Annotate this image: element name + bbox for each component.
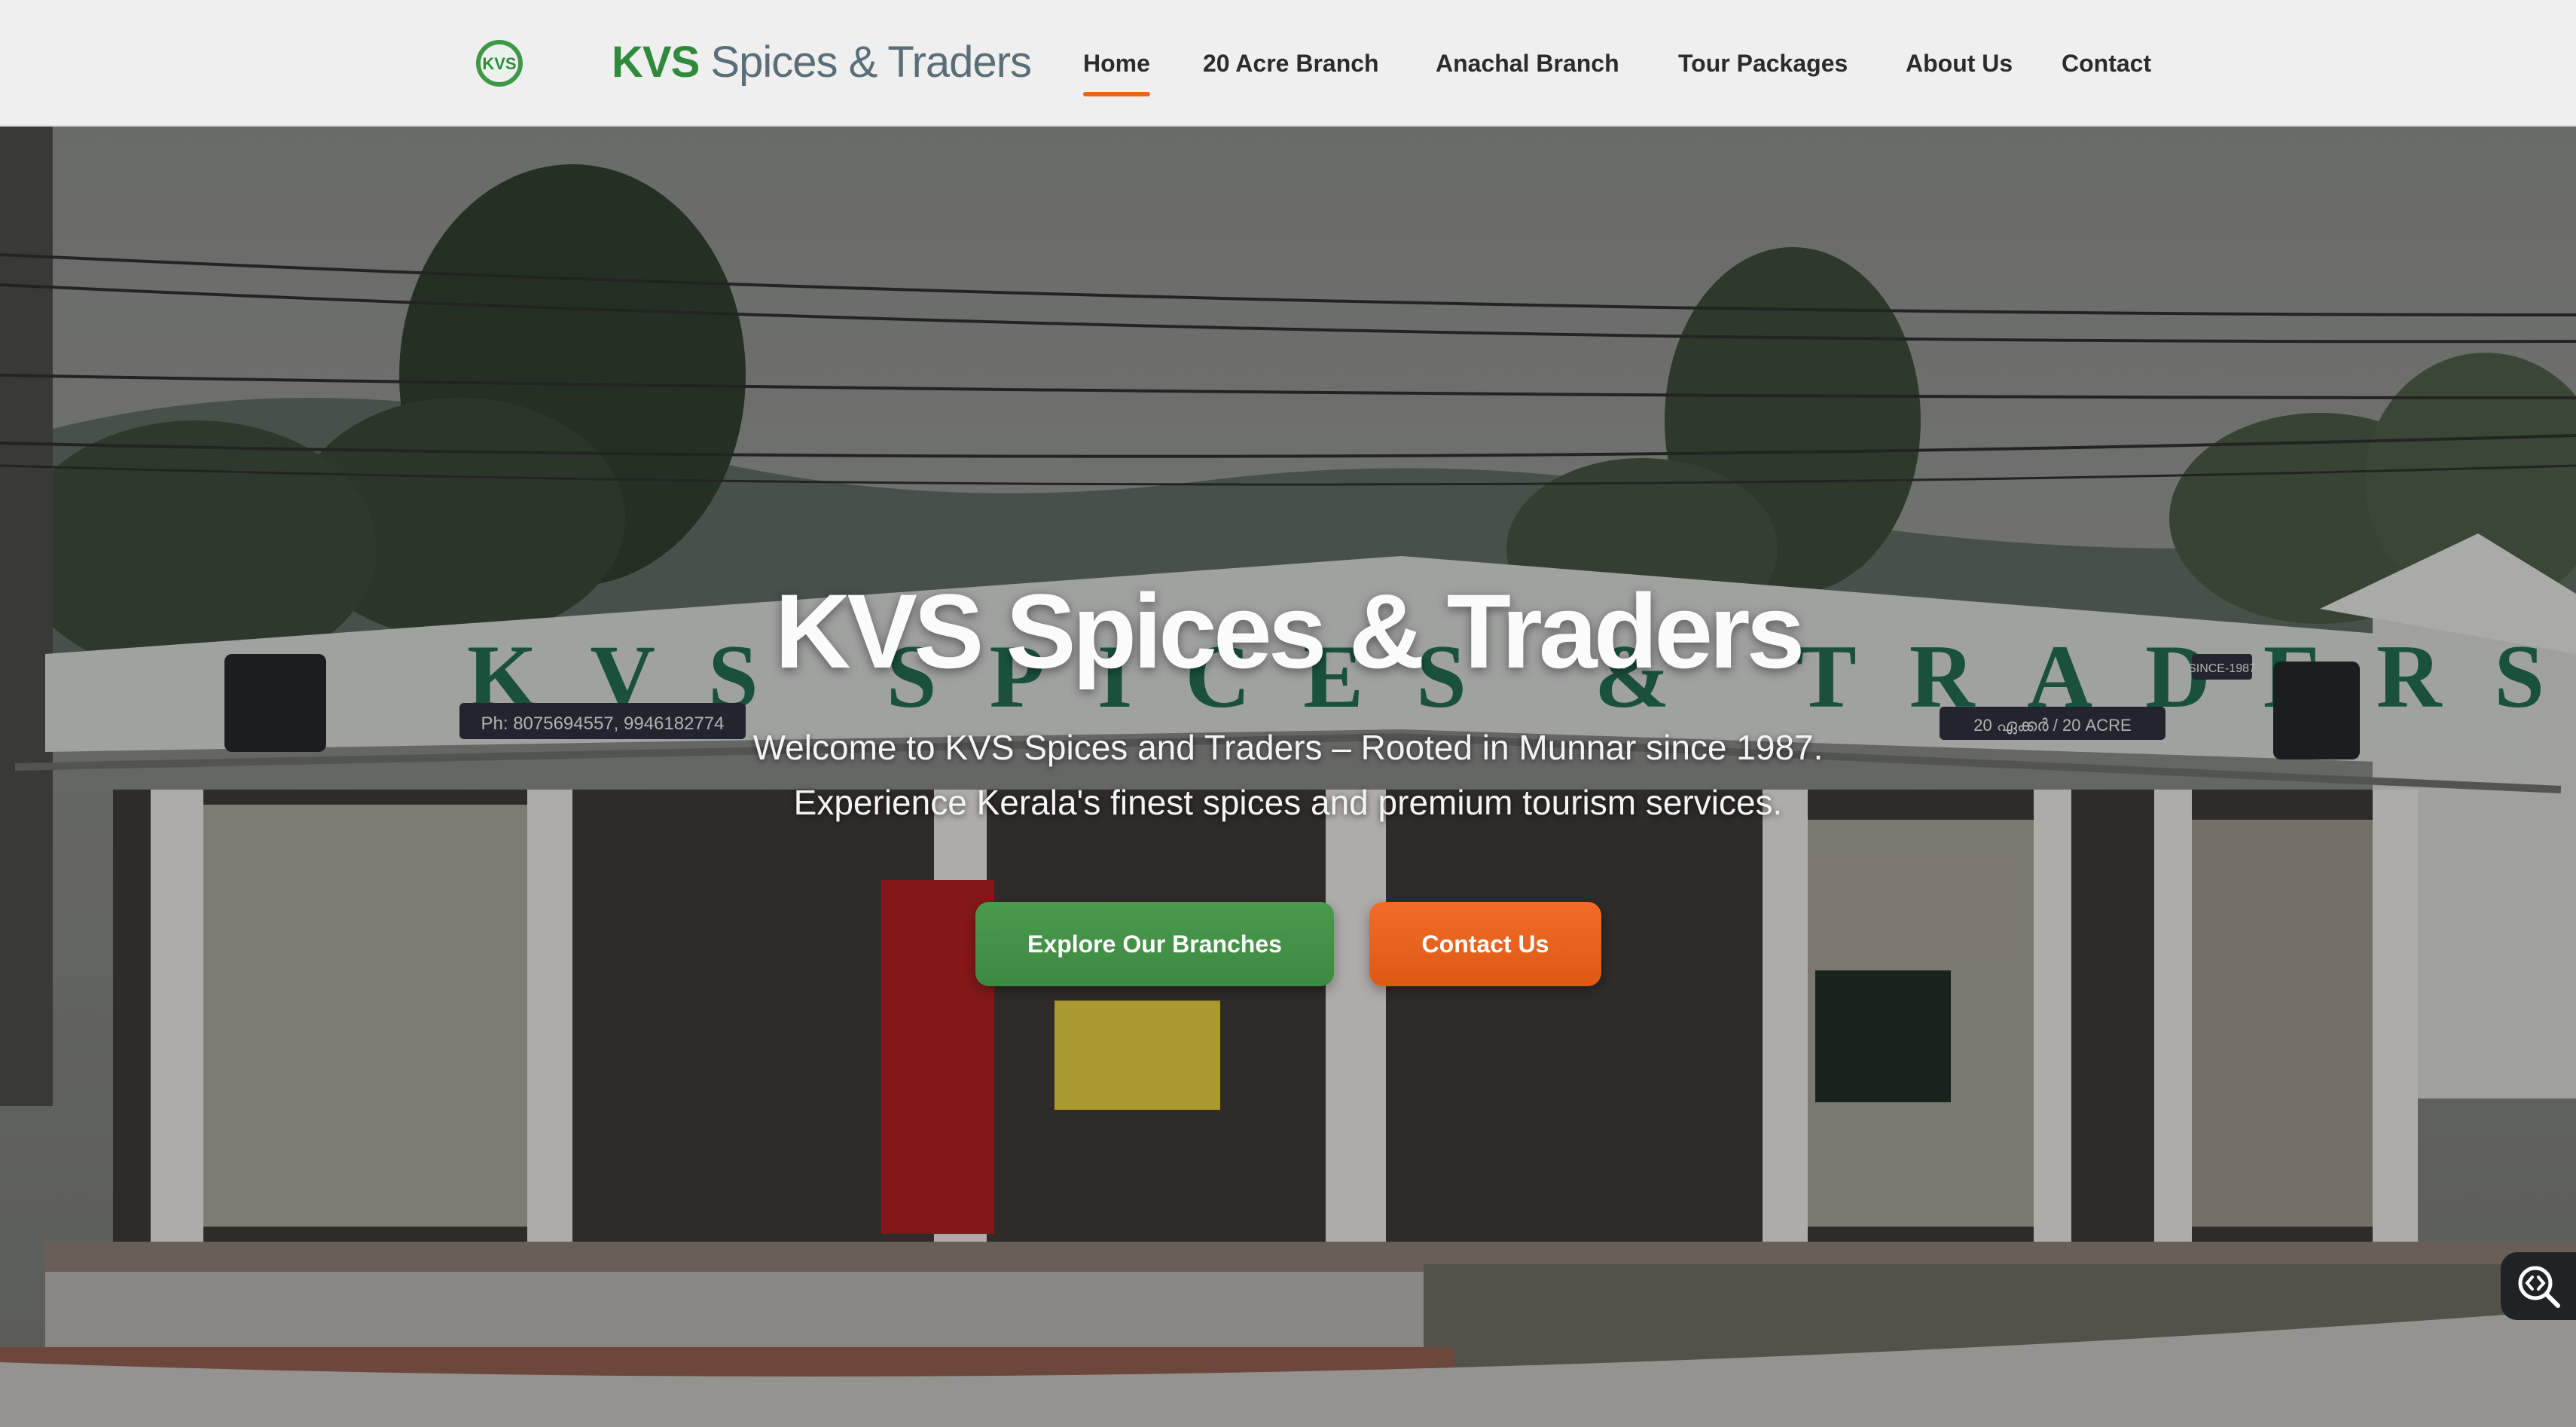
zoom-inspect-icon [2518, 1266, 2560, 1308]
hero-title: KVS Spices & Traders [774, 572, 1805, 690]
explore-branches-button[interactable]: Explore Our Branches [975, 902, 1334, 986]
brand-name-rest: Spices & Traders [699, 38, 1032, 87]
nav-anachal-branch[interactable]: Anachal Branch [1436, 47, 1619, 80]
hero-dark-overlay [0, 127, 2576, 1427]
nav-contact[interactable]: Contact [2062, 47, 2151, 80]
brand-name[interactable]: KVS Spices & Traders [612, 36, 1032, 89]
zoom-inspect-widget[interactable] [2501, 1252, 2576, 1320]
nav-home[interactable]: Home [1083, 47, 1150, 96]
nav-tour-packages[interactable]: Tour Packages [1678, 47, 1848, 80]
top-navbar: KVS KVS Spices & Traders Home 20 Acre Br… [0, 0, 2576, 127]
kvs-logo-icon[interactable]: KVS [475, 39, 524, 87]
svg-text:KVS: KVS [482, 54, 516, 73]
contact-us-button[interactable]: Contact Us [1369, 902, 1601, 986]
nav-20-acre-branch[interactable]: 20 Acre Branch [1203, 47, 1379, 80]
hero-section: KVS SPICES & TRADERS Ph: 8075694557, 994… [0, 127, 2576, 1427]
hero-subtitle-line-1: Welcome to KVS Spices and Traders – Root… [752, 728, 1824, 767]
hero-subtitle-line-2: Experience Kerala's finest spices and pr… [793, 783, 1783, 822]
nav-about-us[interactable]: About Us [1906, 47, 2013, 80]
brand-name-bold: KVS [612, 38, 700, 87]
